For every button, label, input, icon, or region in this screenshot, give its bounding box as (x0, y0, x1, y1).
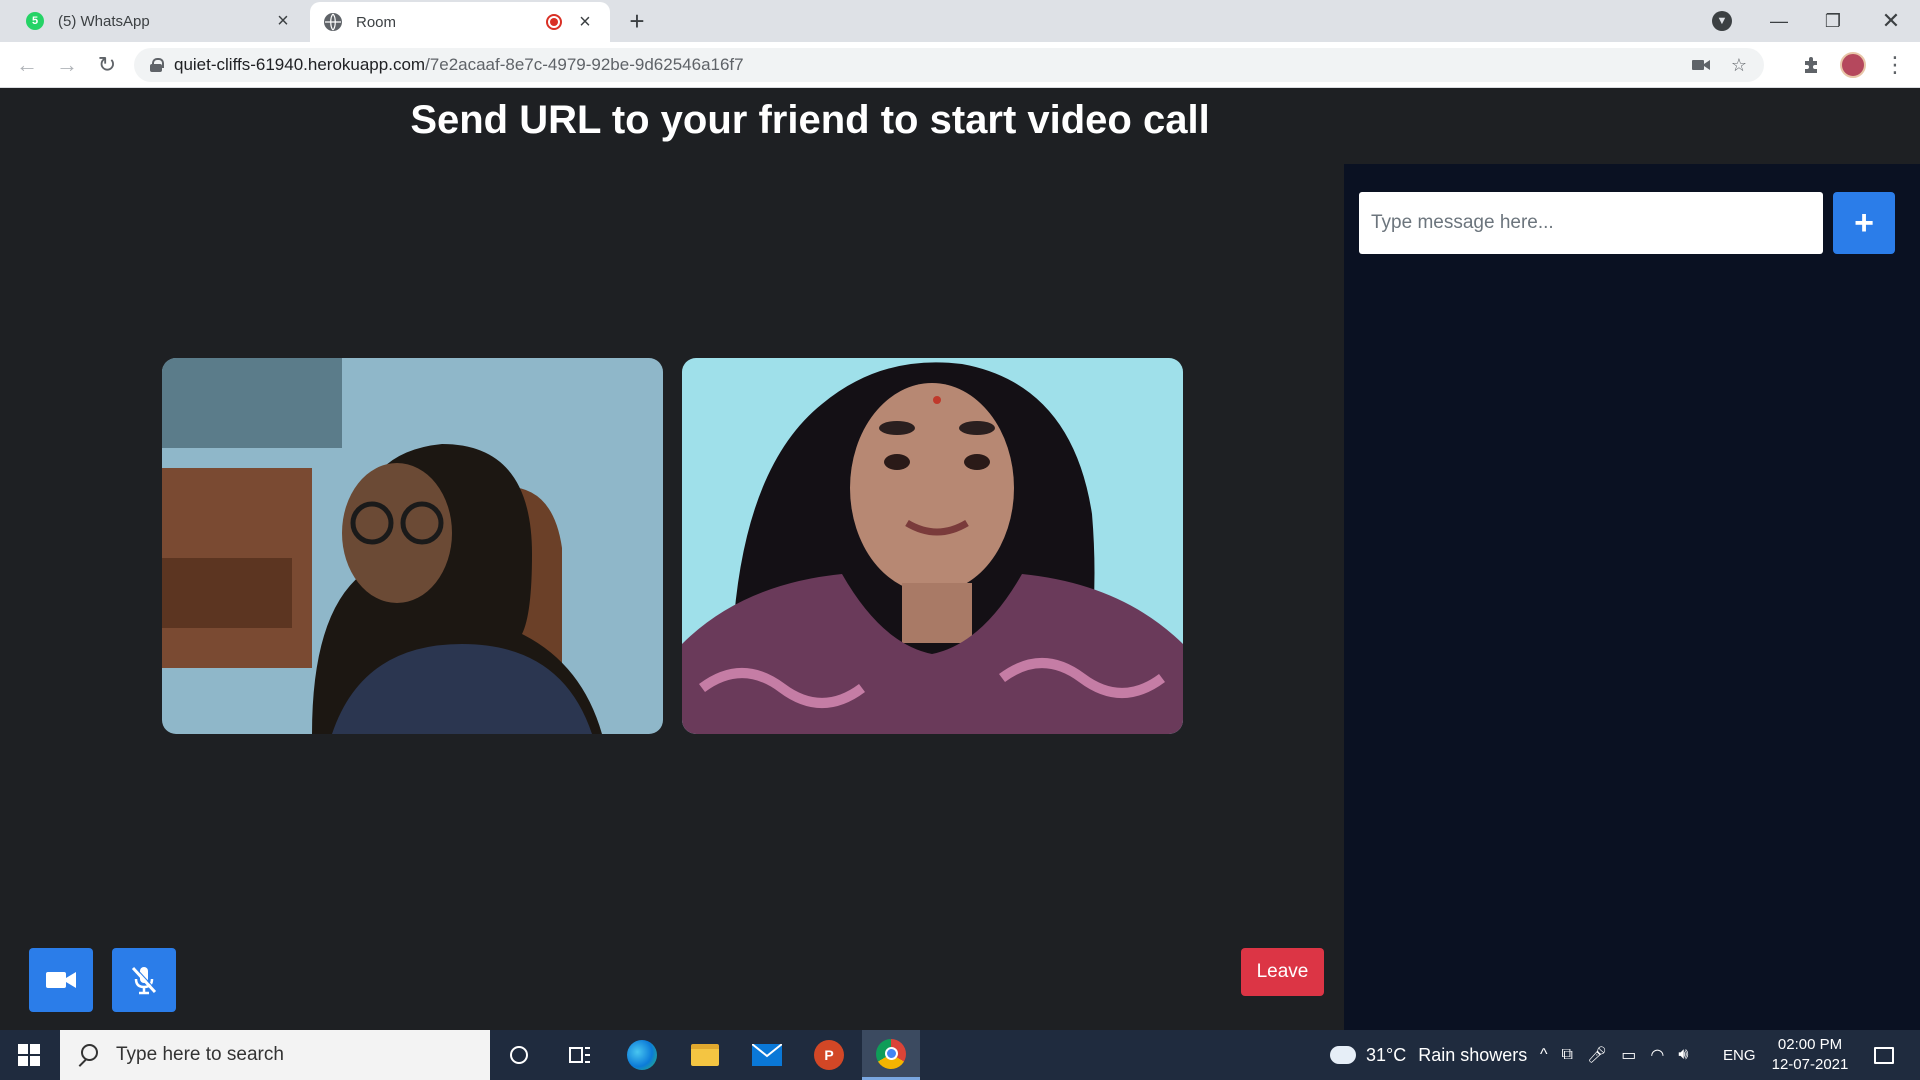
profile-avatar[interactable] (1838, 50, 1868, 80)
chat-message-input[interactable] (1359, 192, 1823, 254)
weather-temperature: 31°C (1366, 1044, 1407, 1065)
plus-icon: + (1854, 203, 1874, 242)
remote-video (682, 358, 1183, 734)
tab-title: Room (356, 13, 397, 31)
close-window-button[interactable]: ✕ (1866, 0, 1916, 42)
chevron-down-icon: ▼ (1712, 11, 1732, 31)
taskbar-search-box[interactable]: Type here to search (60, 1030, 490, 1080)
recording-icon (546, 14, 562, 30)
microphone-icon[interactable]: 🎤︎ (1587, 1045, 1607, 1065)
powerpoint-icon[interactable]: P (800, 1030, 858, 1080)
file-explorer-icon[interactable] (676, 1030, 734, 1080)
toggle-mic-button[interactable] (112, 948, 176, 1012)
tab-title: (5) WhatsApp (58, 12, 150, 30)
cortana-icon[interactable] (490, 1030, 548, 1080)
remote-video-frame (682, 358, 1183, 734)
clock-time: 02:00 PM (1777, 1036, 1843, 1053)
weather-description: Rain showers (1418, 1044, 1528, 1065)
meet-now-icon[interactable]: ⧉ (1562, 1046, 1573, 1064)
clock-date: 12-07-2021 (1771, 1056, 1849, 1073)
windows-logo-icon (18, 1044, 40, 1066)
rain-cloud-icon (1327, 1040, 1356, 1064)
windows-taskbar: Type here to search P 31°C Rain showers … (0, 1030, 1920, 1080)
close-tab-icon[interactable]: × (270, 8, 296, 34)
reload-button[interactable]: ↻ (92, 50, 122, 80)
browser-menu-icon[interactable]: ⋮ (1880, 50, 1910, 80)
microphone-muted-icon (131, 966, 158, 995)
local-video (162, 358, 663, 734)
tab-whatsapp[interactable]: 5 (5) WhatsApp × (12, 0, 308, 42)
avatar (1840, 52, 1866, 78)
lock-icon[interactable] (150, 58, 164, 72)
close-tab-icon[interactable]: × (572, 9, 598, 35)
restore-button[interactable]: ❐ (1810, 0, 1856, 42)
mail-icon[interactable] (738, 1030, 796, 1080)
page-title: Send URL to your friend to start video c… (410, 98, 1210, 142)
tab-room[interactable]: Room × (310, 2, 610, 42)
toggle-video-button[interactable] (29, 948, 93, 1012)
chrome-icon[interactable] (862, 1030, 920, 1080)
system-tray-icons: ^ ⧉ 🎤︎ ▭ ◠ 🔊︎ (1540, 1030, 1702, 1080)
task-view-icon[interactable] (551, 1030, 609, 1080)
search-icon (76, 1044, 98, 1066)
video-room-page: Send URL to your friend to start video c… (0, 88, 1920, 1030)
language-indicator[interactable]: ENG (1723, 1030, 1756, 1080)
chat-panel: + (1344, 164, 1920, 1030)
minimize-button[interactable]: — (1756, 0, 1802, 42)
url-path: /7e2acaaf-8e7c-4979-92be-9d62546a16f7 (425, 55, 744, 74)
wifi-icon[interactable]: ◠ (1650, 1045, 1664, 1065)
url-host: quiet-cliffs-61940.herokuapp.com (174, 55, 426, 74)
local-video-frame (162, 358, 663, 734)
volume-icon[interactable]: 🔊︎ (1678, 1046, 1688, 1064)
title-container: Send URL to your friend to start video c… (0, 98, 1920, 143)
tab-search-button[interactable]: ▼ (1707, 0, 1737, 42)
browser-tab-strip: 5 (5) WhatsApp × Room × + ▼ — ❐ ✕ (0, 0, 1920, 42)
battery-icon[interactable]: ▭ (1621, 1045, 1636, 1065)
chevron-up-icon[interactable]: ^ (1540, 1046, 1548, 1064)
back-button[interactable]: ← (12, 50, 42, 80)
taskbar-clock[interactable]: 02:00 PM 12-07-2021 (1765, 1030, 1855, 1080)
start-button[interactable] (0, 1030, 58, 1080)
globe-icon (324, 13, 342, 31)
weather-widget[interactable]: 31°C Rain showers (1327, 1030, 1528, 1080)
new-tab-button[interactable]: + (622, 6, 652, 36)
browser-toolbar: ← → ↻ quiet-cliffs-61940.herokuapp.com/7… (0, 42, 1920, 88)
leave-button[interactable]: Leave (1241, 948, 1324, 996)
forward-button[interactable]: → (52, 50, 82, 80)
taskbar-search-placeholder: Type here to search (116, 1044, 284, 1065)
bookmark-star-icon[interactable]: ☆ (1724, 48, 1754, 82)
notifications-icon[interactable] (1864, 1030, 1904, 1080)
send-message-button[interactable]: + (1833, 192, 1895, 254)
extensions-puzzle-icon[interactable] (1796, 50, 1826, 80)
video-camera-icon (46, 972, 76, 988)
address-bar[interactable]: quiet-cliffs-61940.herokuapp.com/7e2acaa… (134, 48, 1764, 82)
whatsapp-icon: 5 (26, 12, 44, 30)
camera-in-use-icon[interactable] (1686, 48, 1716, 82)
video-grid (160, 358, 1185, 734)
edge-icon[interactable] (613, 1030, 671, 1080)
